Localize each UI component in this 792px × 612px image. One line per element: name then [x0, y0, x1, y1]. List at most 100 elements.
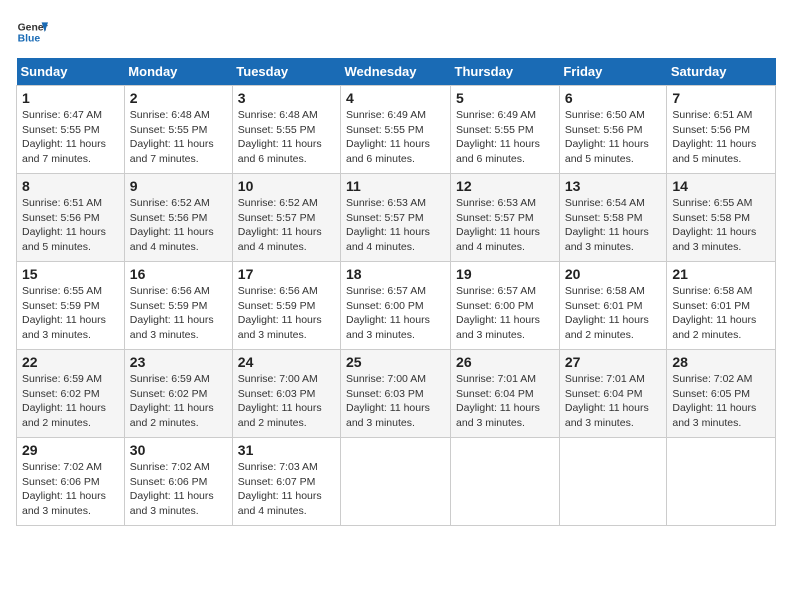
day-number: 12: [456, 178, 554, 194]
header-tuesday: Tuesday: [232, 58, 340, 86]
day-number: 4: [346, 90, 445, 106]
day-info: Sunrise: 7:01 AMSunset: 6:04 PMDaylight:…: [456, 372, 554, 431]
day-cell: 25 Sunrise: 7:00 AMSunset: 6:03 PMDayligh…: [341, 350, 451, 438]
day-info: Sunrise: 6:49 AMSunset: 5:55 PMDaylight:…: [346, 108, 445, 167]
day-info: Sunrise: 7:01 AMSunset: 6:04 PMDaylight:…: [565, 372, 662, 431]
day-cell: 2Sunrise: 6:48 AMSunset: 5:55 PMDaylight…: [124, 86, 232, 174]
day-cell: 4 Sunrise: 6:49 AMSunset: 5:55 PMDaylight…: [341, 86, 451, 174]
day-cell: [451, 438, 560, 526]
day-info: Sunrise: 7:02 AMSunset: 6:06 PMDaylight:…: [22, 460, 119, 519]
day-cell: 1Sunrise: 6:47 AMSunset: 5:55 PMDaylight…: [17, 86, 125, 174]
day-number: 16: [130, 266, 227, 282]
day-number: 19: [456, 266, 554, 282]
day-cell: 29 Sunrise: 7:02 AMSunset: 6:06 PMDayligh…: [17, 438, 125, 526]
header-wednesday: Wednesday: [341, 58, 451, 86]
day-cell: 10 Sunrise: 6:52 AMSunset: 5:57 PMDayligh…: [232, 174, 340, 262]
week-row-1: 1Sunrise: 6:47 AMSunset: 5:55 PMDaylight…: [17, 86, 776, 174]
day-info: Sunrise: 6:56 AMSunset: 5:59 PMDaylight:…: [130, 284, 227, 343]
day-number: 2: [130, 90, 227, 106]
day-number: 22: [22, 354, 119, 370]
day-info: Sunrise: 6:53 AMSunset: 5:57 PMDaylight:…: [346, 196, 445, 255]
day-info: Sunrise: 6:51 AMSunset: 5:56 PMDaylight:…: [672, 108, 770, 167]
header-sunday: Sunday: [17, 58, 125, 86]
day-cell: 31Sunrise: 7:03 AMSunset: 6:07 PMDayligh…: [232, 438, 340, 526]
week-row-5: 29 Sunrise: 7:02 AMSunset: 6:06 PMDayligh…: [17, 438, 776, 526]
day-cell: 30 Sunrise: 7:02 AMSunset: 6:06 PMDayligh…: [124, 438, 232, 526]
day-cell: 12 Sunrise: 6:53 AMSunset: 5:57 PMDayligh…: [451, 174, 560, 262]
header-row: SundayMondayTuesdayWednesdayThursdayFrid…: [17, 58, 776, 86]
day-info: Sunrise: 6:52 AMSunset: 5:56 PMDaylight:…: [130, 196, 227, 255]
day-info: Sunrise: 6:50 AMSunset: 5:56 PMDaylight:…: [565, 108, 662, 167]
calendar-table: SundayMondayTuesdayWednesdayThursdayFrid…: [16, 58, 776, 526]
day-cell: [559, 438, 667, 526]
day-info: Sunrise: 6:59 AMSunset: 6:02 PMDaylight:…: [130, 372, 227, 431]
day-cell: 5 Sunrise: 6:49 AMSunset: 5:55 PMDaylight…: [451, 86, 560, 174]
day-number: 7: [672, 90, 770, 106]
day-info: Sunrise: 6:52 AMSunset: 5:57 PMDaylight:…: [238, 196, 335, 255]
day-cell: 21 Sunrise: 6:58 AMSunset: 6:01 PMDayligh…: [667, 262, 776, 350]
day-number: 29: [22, 442, 119, 458]
day-cell: 9 Sunrise: 6:52 AMSunset: 5:56 PMDaylight…: [124, 174, 232, 262]
day-number: 17: [238, 266, 335, 282]
week-row-4: 22 Sunrise: 6:59 AMSunset: 6:02 PMDayligh…: [17, 350, 776, 438]
day-info: Sunrise: 6:58 AMSunset: 6:01 PMDaylight:…: [672, 284, 770, 343]
day-number: 14: [672, 178, 770, 194]
week-row-3: 15Sunrise: 6:55 AMSunset: 5:59 PMDayligh…: [17, 262, 776, 350]
day-cell: 15Sunrise: 6:55 AMSunset: 5:59 PMDayligh…: [17, 262, 125, 350]
header-friday: Friday: [559, 58, 667, 86]
day-info: Sunrise: 6:55 AMSunset: 5:58 PMDaylight:…: [672, 196, 770, 255]
week-row-2: 8Sunrise: 6:51 AMSunset: 5:56 PMDaylight…: [17, 174, 776, 262]
day-number: 25: [346, 354, 445, 370]
day-number: 6: [565, 90, 662, 106]
header-thursday: Thursday: [451, 58, 560, 86]
day-info: Sunrise: 6:53 AMSunset: 5:57 PMDaylight:…: [456, 196, 554, 255]
day-number: 23: [130, 354, 227, 370]
day-info: Sunrise: 6:57 AMSunset: 6:00 PMDaylight:…: [456, 284, 554, 343]
day-info: Sunrise: 7:00 AMSunset: 6:03 PMDaylight:…: [346, 372, 445, 431]
day-info: Sunrise: 6:56 AMSunset: 5:59 PMDaylight:…: [238, 284, 335, 343]
day-info: Sunrise: 6:49 AMSunset: 5:55 PMDaylight:…: [456, 108, 554, 167]
day-cell: 3 Sunrise: 6:48 AMSunset: 5:55 PMDaylight…: [232, 86, 340, 174]
day-number: 30: [130, 442, 227, 458]
day-info: Sunrise: 7:00 AMSunset: 6:03 PMDaylight:…: [238, 372, 335, 431]
day-number: 3: [238, 90, 335, 106]
day-info: Sunrise: 6:51 AMSunset: 5:56 PMDaylight:…: [22, 196, 119, 255]
header-monday: Monday: [124, 58, 232, 86]
day-info: Sunrise: 7:02 AMSunset: 6:06 PMDaylight:…: [130, 460, 227, 519]
day-number: 27: [565, 354, 662, 370]
day-cell: 6 Sunrise: 6:50 AMSunset: 5:56 PMDaylight…: [559, 86, 667, 174]
day-cell: 16 Sunrise: 6:56 AMSunset: 5:59 PMDayligh…: [124, 262, 232, 350]
day-number: 24: [238, 354, 335, 370]
day-number: 10: [238, 178, 335, 194]
day-cell: 18 Sunrise: 6:57 AMSunset: 6:00 PMDayligh…: [341, 262, 451, 350]
day-number: 21: [672, 266, 770, 282]
day-number: 13: [565, 178, 662, 194]
day-cell: 28Sunrise: 7:02 AMSunset: 6:05 PMDayligh…: [667, 350, 776, 438]
day-cell: 22Sunrise: 6:59 AMSunset: 6:02 PMDayligh…: [17, 350, 125, 438]
day-info: Sunrise: 6:58 AMSunset: 6:01 PMDaylight:…: [565, 284, 662, 343]
header-saturday: Saturday: [667, 58, 776, 86]
day-cell: 19 Sunrise: 6:57 AMSunset: 6:00 PMDayligh…: [451, 262, 560, 350]
day-cell: 27 Sunrise: 7:01 AMSunset: 6:04 PMDayligh…: [559, 350, 667, 438]
day-number: 18: [346, 266, 445, 282]
day-number: 9: [130, 178, 227, 194]
day-cell: 7 Sunrise: 6:51 AMSunset: 5:56 PMDaylight…: [667, 86, 776, 174]
day-cell: 8Sunrise: 6:51 AMSunset: 5:56 PMDaylight…: [17, 174, 125, 262]
day-number: 5: [456, 90, 554, 106]
day-number: 1: [22, 90, 119, 106]
day-number: 15: [22, 266, 119, 282]
day-cell: 26 Sunrise: 7:01 AMSunset: 6:04 PMDayligh…: [451, 350, 560, 438]
day-cell: [341, 438, 451, 526]
page-header: General Blue: [16, 16, 776, 48]
day-info: Sunrise: 7:03 AMSunset: 6:07 PMDaylight:…: [238, 460, 335, 519]
logo: General Blue: [16, 16, 48, 48]
day-cell: 11 Sunrise: 6:53 AMSunset: 5:57 PMDayligh…: [341, 174, 451, 262]
day-cell: 23 Sunrise: 6:59 AMSunset: 6:02 PMDayligh…: [124, 350, 232, 438]
day-number: 11: [346, 178, 445, 194]
day-cell: 17 Sunrise: 6:56 AMSunset: 5:59 PMDayligh…: [232, 262, 340, 350]
day-number: 26: [456, 354, 554, 370]
day-info: Sunrise: 6:57 AMSunset: 6:00 PMDaylight:…: [346, 284, 445, 343]
day-info: Sunrise: 6:48 AMSunset: 5:55 PMDaylight:…: [238, 108, 335, 167]
day-cell: 13Sunrise: 6:54 AMSunset: 5:58 PMDayligh…: [559, 174, 667, 262]
day-cell: 20Sunrise: 6:58 AMSunset: 6:01 PMDayligh…: [559, 262, 667, 350]
